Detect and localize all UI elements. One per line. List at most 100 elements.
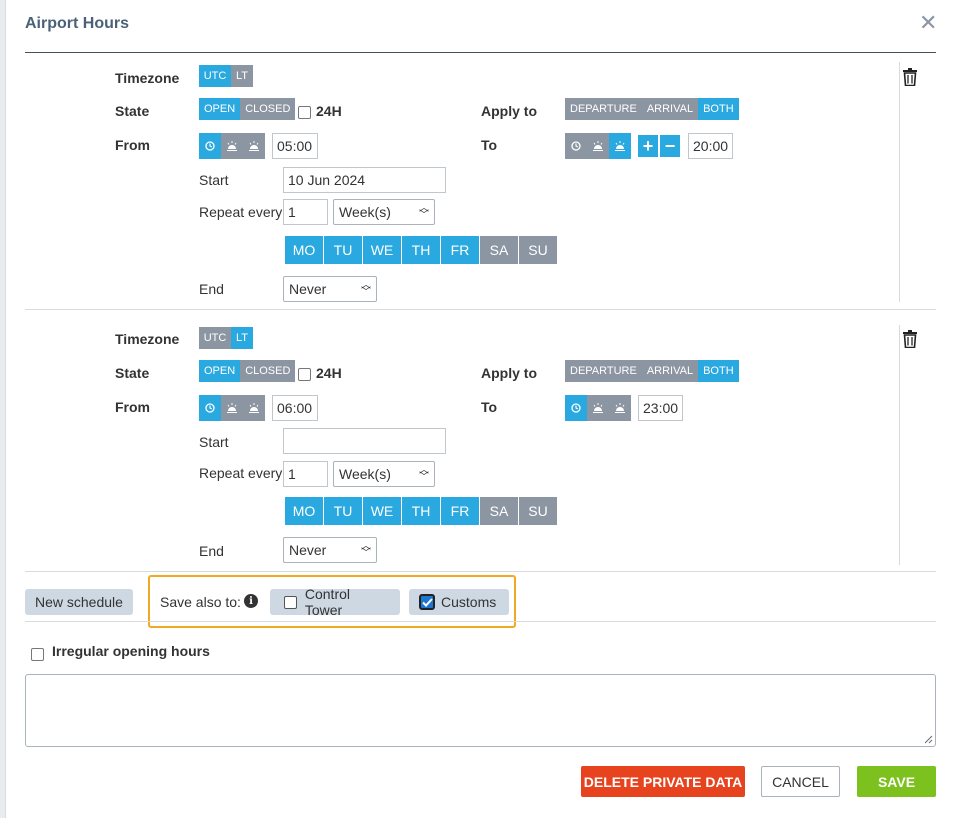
state-open-option[interactable]: OPEN [199, 360, 241, 382]
sunrise-icon[interactable] [587, 395, 609, 421]
plus-button[interactable]: + [638, 135, 658, 157]
state-open-option[interactable]: OPEN [199, 98, 241, 120]
day-sa[interactable]: SA [480, 497, 518, 525]
day-sa[interactable]: SA [480, 236, 518, 264]
tz-utc-option[interactable]: UTC [199, 65, 231, 87]
control-tower-toggle[interactable]: Control Tower [270, 586, 400, 618]
day-th[interactable]: TH [402, 497, 440, 525]
weekday-selector: MO TU WE TH FR SA SU [285, 236, 558, 264]
repeat-label: Repeat every [199, 204, 283, 220]
day-tu[interactable]: TU [324, 236, 362, 264]
trash-icon[interactable] [903, 68, 917, 86]
minus-button[interactable]: − [660, 135, 680, 157]
timezone-label: Timezone [115, 331, 180, 347]
day-mo[interactable]: MO [285, 236, 323, 264]
start-date-input[interactable] [283, 428, 446, 454]
to-label: To [481, 137, 498, 153]
tz-lt-option[interactable]: LT [231, 327, 253, 349]
sunset-icon[interactable] [609, 395, 631, 421]
to-time-input[interactable]: 20:00 [688, 133, 733, 159]
from-label: From [115, 399, 150, 415]
state-label: State [115, 365, 150, 381]
day-su[interactable]: SU [519, 236, 557, 264]
end-value: Never [289, 542, 327, 558]
control-tower-label: Control Tower [304, 586, 351, 618]
end-value: Never [289, 281, 327, 297]
dialog-title: Airport Hours [25, 15, 129, 32]
state-closed-option[interactable]: CLOSED [240, 360, 296, 382]
apply-departure-option[interactable]: DEPARTURE [565, 98, 642, 120]
select-arrows-icon: ︿ ﹀ [361, 280, 371, 298]
schedule-separator [25, 309, 936, 310]
repeat-unit-select[interactable]: Week(s) ︿ ﹀ [333, 199, 435, 225]
h24-checkbox[interactable] [298, 106, 311, 119]
irregular-hours-label: Irregular opening hours [52, 643, 210, 659]
to-time-input[interactable]: 23:00 [638, 395, 683, 421]
day-fr[interactable]: FR [441, 236, 479, 264]
irregular-hours-textarea[interactable] [25, 674, 936, 747]
repeat-count-input[interactable]: 1 [283, 199, 328, 225]
day-tu[interactable]: TU [324, 497, 362, 525]
repeat-count-input[interactable]: 1 [283, 461, 328, 487]
day-su[interactable]: SU [519, 497, 557, 525]
apply-both-option[interactable]: BOTH [698, 360, 739, 382]
schedules-bottom-divider [25, 571, 936, 572]
start-date-input[interactable]: 10 Jun 2024 [283, 167, 446, 193]
customs-toggle[interactable]: Customs [409, 589, 509, 615]
end-select[interactable]: Never ︿ ﹀ [283, 537, 377, 563]
new-schedule-button[interactable]: New schedule [25, 589, 133, 615]
info-icon[interactable]: i [244, 594, 258, 608]
end-select[interactable]: Never ︿ ﹀ [283, 276, 377, 302]
day-we[interactable]: WE [363, 497, 401, 525]
from-time-input[interactable]: 05:00 [272, 133, 318, 159]
state-toggle: OPEN CLOSED [199, 360, 296, 382]
control-tower-checkbox[interactable] [284, 595, 297, 609]
schedule-2-divider [899, 325, 900, 565]
day-fr[interactable]: FR [441, 497, 479, 525]
clock-icon[interactable] [565, 133, 587, 159]
sunset-icon[interactable] [609, 133, 631, 159]
sunset-icon[interactable] [243, 133, 265, 159]
apply-arrival-option[interactable]: ARRIVAL [641, 98, 699, 120]
irregular-hours-checkbox[interactable] [31, 648, 44, 661]
sunset-icon[interactable] [243, 395, 265, 421]
from-time-input[interactable]: 06:00 [272, 395, 318, 421]
state-toggle: OPEN CLOSED [199, 98, 296, 120]
sunrise-icon[interactable] [221, 133, 243, 159]
h24-label: 24H [316, 103, 342, 119]
select-arrows-icon: ︿ ﹀ [419, 203, 429, 221]
save-also-label: Save also to: [160, 594, 241, 610]
delete-private-data-button[interactable]: DELETE PRIVATE DATA [581, 766, 745, 797]
repeat-label: Repeat every [199, 465, 283, 481]
clock-icon[interactable] [565, 395, 587, 421]
customs-checkbox[interactable] [419, 594, 435, 610]
trash-icon[interactable] [903, 330, 917, 348]
to-mode-toggle [565, 395, 631, 421]
clock-icon[interactable] [199, 133, 221, 159]
resize-handle-icon[interactable] [924, 735, 933, 744]
day-th[interactable]: TH [402, 236, 440, 264]
repeat-unit-select[interactable]: Week(s) ︿ ﹀ [333, 461, 435, 487]
tz-utc-option[interactable]: UTC [199, 327, 231, 349]
apply-arrival-option[interactable]: ARRIVAL [641, 360, 699, 382]
timezone-label: Timezone [115, 70, 180, 86]
cancel-button[interactable]: CANCEL [761, 766, 840, 797]
customs-label: Customs [441, 594, 497, 610]
apply-both-option[interactable]: BOTH [698, 98, 739, 120]
tz-lt-option[interactable]: LT [231, 65, 253, 87]
start-label: Start [199, 172, 229, 188]
repeat-unit-value: Week(s) [339, 466, 391, 482]
sunrise-icon[interactable] [587, 133, 609, 159]
select-arrows-icon: ︿ ﹀ [361, 541, 371, 559]
day-we[interactable]: WE [363, 236, 401, 264]
save-button[interactable]: SAVE [857, 766, 936, 797]
start-label: Start [199, 434, 229, 450]
day-mo[interactable]: MO [285, 497, 323, 525]
schedule-1-divider [899, 62, 900, 302]
apply-departure-option[interactable]: DEPARTURE [565, 360, 642, 382]
clock-icon[interactable] [199, 395, 221, 421]
state-closed-option[interactable]: CLOSED [240, 98, 296, 120]
close-icon[interactable]: ✕ [919, 12, 937, 34]
h24-checkbox[interactable] [298, 368, 311, 381]
sunrise-icon[interactable] [221, 395, 243, 421]
